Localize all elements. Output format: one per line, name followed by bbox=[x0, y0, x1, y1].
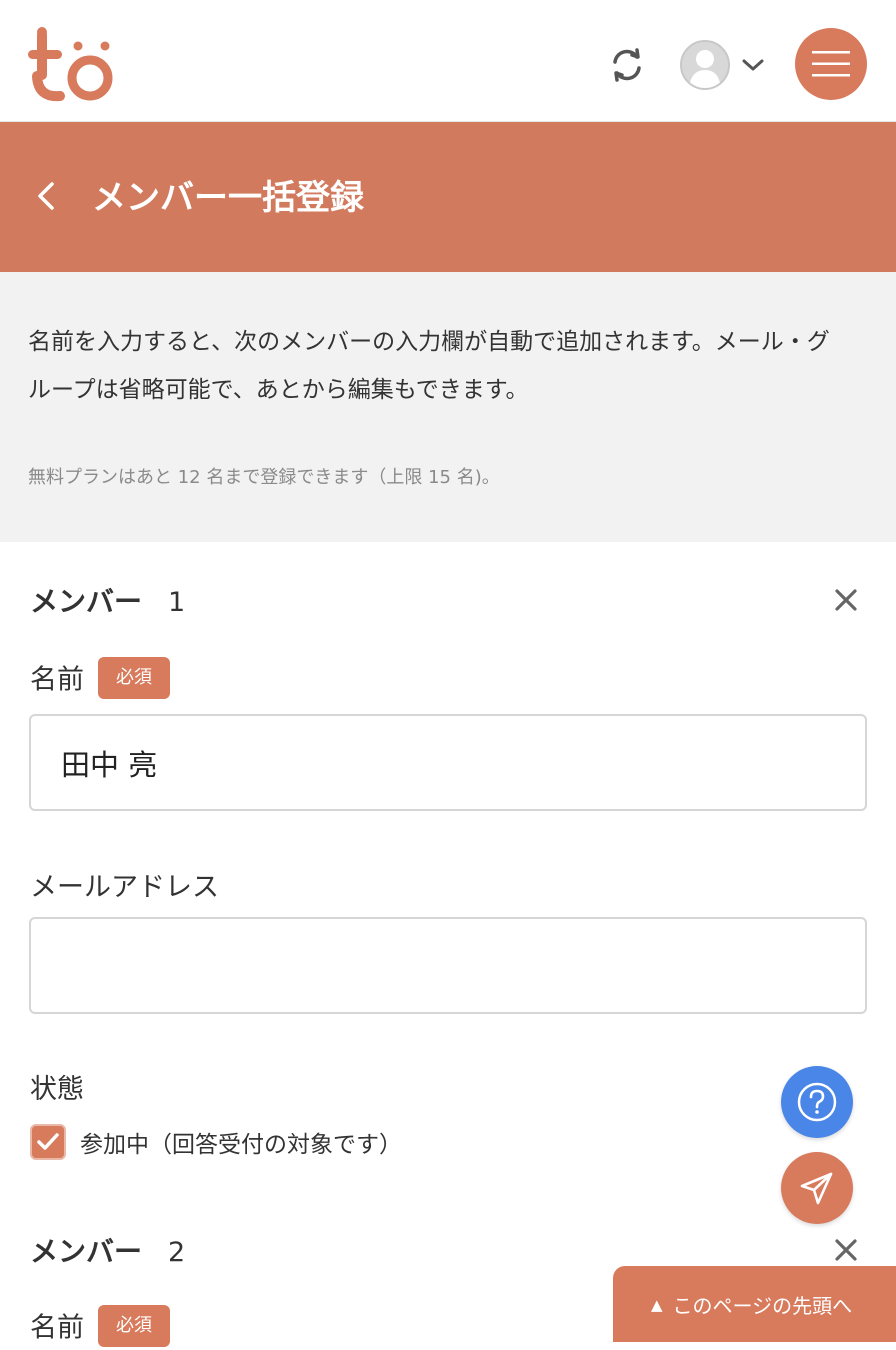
status-option[interactable]: 参加中（回答受付の対象です） bbox=[30, 1124, 402, 1164]
triangle-up-icon: ▲ bbox=[651, 1295, 663, 1314]
required-badge: 必須 bbox=[98, 1305, 170, 1347]
member-number: 2 bbox=[168, 1237, 186, 1268]
help-button[interactable] bbox=[781, 1066, 853, 1138]
page-title: メンバー一括登録 bbox=[92, 178, 364, 218]
page-header: メンバー一括登録 bbox=[0, 122, 896, 272]
member-heading-label: メンバー bbox=[30, 1235, 143, 1268]
info-panel: 名前を入力すると、次のメンバーの入力欄が自動で追加されます。メール・グループは省… bbox=[0, 272, 896, 542]
member-heading-label: メンバー bbox=[30, 585, 143, 618]
back-to-top-button[interactable]: ▲ このページの先頭へ bbox=[613, 1266, 896, 1342]
status-field-label: 状態 bbox=[30, 1074, 84, 1105]
remove-member-close-icon[interactable] bbox=[832, 1236, 860, 1264]
name-label-text: 名前 bbox=[30, 664, 84, 696]
status-checkbox[interactable] bbox=[30, 1124, 66, 1160]
name-field-label: 名前 必須 bbox=[30, 657, 170, 702]
top-bar bbox=[0, 0, 896, 122]
question-icon bbox=[797, 1082, 837, 1122]
status-option-label: 参加中（回答受付の対象です） bbox=[80, 1132, 402, 1158]
back-to-top-label: このページの先頭へ bbox=[672, 1293, 853, 1318]
member-number: 1 bbox=[168, 587, 186, 618]
chevron-down-icon[interactable] bbox=[740, 54, 766, 76]
name-field-label: 名前 必須 bbox=[30, 1305, 170, 1350]
member-email-input[interactable] bbox=[29, 917, 867, 1014]
remove-member-close-icon[interactable] bbox=[832, 586, 860, 614]
send-feedback-button[interactable] bbox=[781, 1152, 853, 1224]
email-field-label: メールアドレス bbox=[30, 872, 219, 903]
member-name-input[interactable] bbox=[29, 714, 867, 811]
member-heading: メンバー 2 bbox=[30, 1232, 185, 1273]
required-badge: 必須 bbox=[98, 657, 170, 699]
app-logo[interactable] bbox=[28, 26, 118, 106]
hamburger-icon bbox=[812, 51, 850, 77]
user-avatar[interactable] bbox=[680, 40, 730, 90]
member-heading: メンバー 1 bbox=[30, 582, 185, 623]
info-description: 名前を入力すると、次のメンバーの入力欄が自動で追加されます。メール・グループは省… bbox=[28, 329, 830, 403]
plan-limit-note: 無料プランはあと 12 名まで登録できます（上限 15 名)。 bbox=[28, 467, 500, 488]
name-label-text: 名前 bbox=[30, 1312, 84, 1344]
hamburger-menu-button[interactable] bbox=[795, 28, 867, 100]
checkmark-icon bbox=[37, 1133, 59, 1150]
sync-icon[interactable] bbox=[608, 46, 646, 84]
back-arrow-icon[interactable] bbox=[30, 176, 64, 216]
paper-plane-icon bbox=[800, 1172, 833, 1205]
